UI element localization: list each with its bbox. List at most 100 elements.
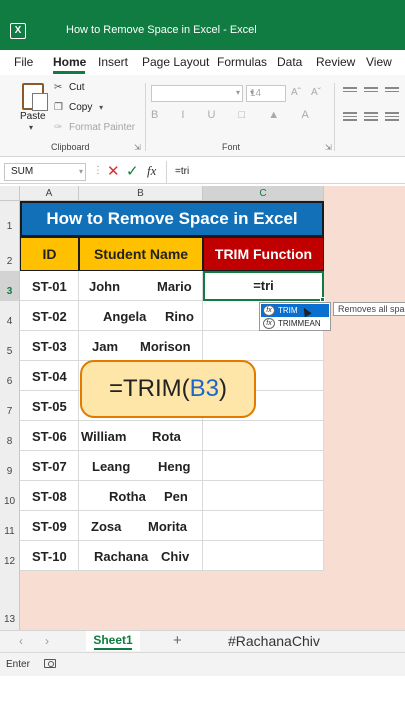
header-id[interactable]: ID bbox=[20, 237, 79, 271]
id-cell[interactable]: ST-01 bbox=[20, 271, 79, 301]
name-cell[interactable]: John Mario bbox=[79, 271, 203, 301]
row-header[interactable]: 4 bbox=[0, 301, 20, 331]
tab-view[interactable]: View bbox=[366, 55, 392, 69]
align-right-icon[interactable] bbox=[385, 112, 399, 122]
insert-function-icon[interactable]: fx bbox=[147, 163, 156, 179]
decrease-font-icon[interactable]: Aˇ bbox=[311, 87, 321, 98]
id-cell[interactable]: ST-04 bbox=[20, 361, 79, 391]
align-center-icon[interactable] bbox=[364, 112, 378, 122]
row-header-active[interactable]: 3 bbox=[0, 271, 20, 301]
tab-home[interactable]: Home bbox=[53, 55, 86, 69]
sheet-tab-bar: ‹ › Sheet1 + #RachanaChiv bbox=[0, 630, 405, 652]
name-cell[interactable]: Zosa Morita bbox=[79, 511, 203, 541]
id-cell[interactable]: ST-03 bbox=[20, 331, 79, 361]
function-autocomplete-list: fx TRIM fx TRIMMEAN bbox=[259, 302, 331, 331]
trim-cell[interactable] bbox=[203, 541, 324, 571]
autocomplete-item-trim[interactable]: fx TRIM bbox=[261, 304, 329, 317]
autocomplete-item-trimmean[interactable]: fx TRIMMEAN bbox=[261, 317, 329, 330]
autocomplete-label: TRIM bbox=[278, 306, 298, 315]
row-header[interactable]: 12 bbox=[0, 541, 20, 571]
row-header[interactable]: 6 bbox=[0, 361, 20, 391]
id-cell[interactable]: ST-09 bbox=[20, 511, 79, 541]
hashtag-label: #RachanaChiv bbox=[228, 633, 320, 649]
tab-page-layout[interactable]: Page Layout bbox=[142, 55, 209, 69]
last-name: Morita bbox=[148, 519, 187, 534]
chevron-down-icon: ▾ bbox=[250, 88, 255, 97]
active-cell-c3[interactable]: =tri bbox=[203, 271, 324, 301]
column-header-b[interactable]: B bbox=[79, 186, 203, 201]
select-all-corner[interactable] bbox=[0, 186, 20, 201]
copy-button[interactable]: ❐ Copy ▾ bbox=[54, 102, 103, 113]
formula-input[interactable]: =tri bbox=[166, 161, 405, 183]
excel-icon: X bbox=[10, 23, 26, 39]
function-icon: fx bbox=[263, 318, 275, 329]
add-sheet-icon[interactable]: + bbox=[173, 632, 182, 649]
id-cell[interactable]: ST-02 bbox=[20, 301, 79, 331]
accessibility-icon[interactable] bbox=[44, 659, 56, 668]
trim-cell[interactable] bbox=[203, 451, 324, 481]
id-cell[interactable]: ST-06 bbox=[20, 421, 79, 451]
dialog-launcher-icon[interactable]: ⇲ bbox=[134, 143, 141, 152]
font-name-box[interactable]: ▾ bbox=[151, 85, 243, 102]
row-header[interactable]: 8 bbox=[0, 421, 20, 451]
tab-data[interactable]: Data bbox=[277, 55, 302, 69]
last-name: Heng bbox=[158, 459, 191, 474]
tab-review[interactable]: Review bbox=[316, 55, 355, 69]
font-size-box[interactable]: 14 ▾ bbox=[246, 85, 286, 102]
enter-icon[interactable]: ✓ bbox=[126, 162, 139, 180]
paste-icon[interactable] bbox=[22, 83, 48, 111]
cancel-icon[interactable]: ✕ bbox=[107, 162, 120, 180]
row-header[interactable]: 9 bbox=[0, 451, 20, 481]
id-cell[interactable]: ST-10 bbox=[20, 541, 79, 571]
row-header[interactable]: 7 bbox=[0, 391, 20, 421]
chevron-right-icon[interactable]: › bbox=[45, 634, 49, 648]
worksheet-grid[interactable]: A B C 1 2 3 4 5 6 7 8 9 10 11 12 13 How … bbox=[0, 186, 405, 630]
row-header[interactable]: 5 bbox=[0, 331, 20, 361]
header-student-name[interactable]: Student Name bbox=[79, 237, 203, 271]
trim-cell[interactable] bbox=[203, 481, 324, 511]
trim-cell[interactable] bbox=[203, 421, 324, 451]
column-header-a[interactable]: A bbox=[20, 186, 79, 201]
name-cell[interactable]: Rachana Chiv bbox=[79, 541, 203, 571]
row-header[interactable]: 11 bbox=[0, 511, 20, 541]
increase-font-icon[interactable]: Aˆ bbox=[291, 87, 301, 98]
tab-formulas[interactable]: Formulas bbox=[217, 55, 267, 69]
name-cell[interactable]: Rotha Pen bbox=[79, 481, 203, 511]
header-trim-function[interactable]: TRIM Function bbox=[203, 237, 324, 271]
id-cell[interactable]: ST-05 bbox=[20, 391, 79, 421]
align-top-icon[interactable] bbox=[343, 87, 357, 97]
column-header-c[interactable]: C bbox=[203, 186, 324, 201]
chevron-down-icon[interactable]: ▾ bbox=[29, 123, 33, 132]
row-header[interactable]: 10 bbox=[0, 481, 20, 511]
last-name: Chiv bbox=[161, 549, 190, 564]
name-cell[interactable]: Leang Heng bbox=[79, 451, 203, 481]
id-cell[interactable]: ST-08 bbox=[20, 481, 79, 511]
trim-cell[interactable] bbox=[203, 511, 324, 541]
align-bottom-icon[interactable] bbox=[385, 87, 399, 97]
paste-button[interactable]: Paste bbox=[20, 111, 46, 122]
id-cell[interactable]: ST-07 bbox=[20, 451, 79, 481]
align-middle-icon[interactable] bbox=[364, 87, 378, 97]
name-cell[interactable]: Angela Rino bbox=[79, 301, 203, 331]
dialog-launcher-icon[interactable]: ⇲ bbox=[325, 143, 332, 152]
name-box[interactable]: SUM ▾ bbox=[4, 163, 86, 181]
last-name: Morison bbox=[140, 339, 191, 354]
trim-cell[interactable] bbox=[203, 331, 324, 361]
font-format-icons: B I U □ ▲ A bbox=[151, 109, 319, 121]
row-header[interactable]: 1 bbox=[0, 201, 20, 237]
name-box-value: SUM bbox=[11, 166, 34, 177]
row-header[interactable]: 2 bbox=[0, 237, 20, 271]
row-header[interactable]: 13 bbox=[0, 571, 20, 630]
tab-insert[interactable]: Insert bbox=[98, 55, 128, 69]
callout-reference: B3 bbox=[189, 375, 220, 402]
chevron-left-icon[interactable]: ‹ bbox=[19, 634, 23, 648]
name-cell[interactable]: William Rota bbox=[79, 421, 203, 451]
format-painter-button[interactable]: ✑ Format Painter bbox=[54, 122, 135, 133]
tab-file[interactable]: File bbox=[14, 55, 33, 69]
divider bbox=[145, 83, 146, 151]
name-cell[interactable]: Jam Morison bbox=[79, 331, 203, 361]
cut-button[interactable]: ✂ Cut bbox=[54, 82, 85, 93]
align-left-icon[interactable] bbox=[343, 112, 357, 122]
sheet-title-banner[interactable]: How to Remove Space in Excel bbox=[20, 201, 324, 237]
scissors-icon: ✂ bbox=[54, 82, 63, 93]
